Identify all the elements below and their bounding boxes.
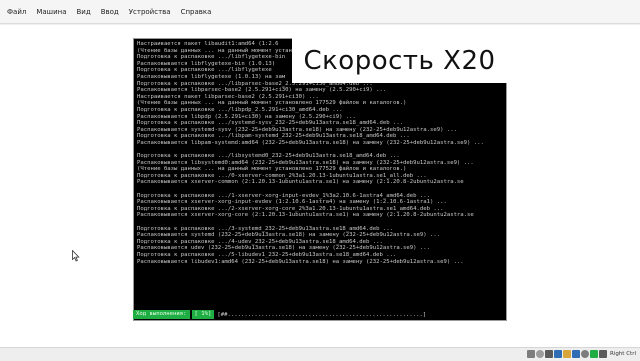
menu-bar: Файл Машина Вид Ввод Устройства Справка [0,0,640,24]
terminal-line: (Чтение базы данных ... на данный момент… [137,166,407,173]
terminal-line: Распаковывается udev (232-25+deb9u13astr… [137,245,430,252]
terminal-line: Распаковывается libparsec-base2 (2.5.291… [137,87,387,94]
terminal-line: Подготовка к распаковке .../1-xserver-xo… [137,192,430,199]
menu-help[interactable]: Справка [176,0,217,24]
terminal-line: Подготовка к распаковке .../3-systemd_23… [137,225,393,232]
menu-file[interactable]: Файл [2,0,31,24]
progress-line: Ход выполнения: [ 1%] [##...............… [133,309,507,320]
terminal-line: Распаковывается libpam-systemd:amd64 (23… [137,139,484,146]
status-tray: Right Ctrl [526,350,636,358]
host-key-label[interactable]: Right Ctrl [610,351,636,357]
network-icon[interactable] [553,350,562,358]
usb-icon[interactable] [544,350,553,358]
terminal-line: Распаковывается systemd-sysv (232-25+deb… [137,126,457,133]
terminal-line: Подготовка к распаковке .../libsystemd0_… [137,153,400,160]
vm-status-bar: Right Ctrl [0,347,640,361]
terminal-line: Подготовка к распаковке .../0-xserver-co… [137,172,427,179]
mouse-pointer-icon [72,247,80,262]
terminal-line: Подготовка к распаковке .../libpdp_2.5.2… [137,106,343,113]
speed-overlay: Скорость Х20 [292,38,507,83]
terminal-line: Распаковывается xserver-xorg-core (2:1.2… [137,212,474,219]
progress-label: Ход выполнения: [133,310,190,319]
terminal-line: Подготовка к распаковке .../2-xserver-xo… [137,205,444,212]
menu-input[interactable]: Ввод [96,0,124,24]
recording-icon[interactable] [580,350,589,358]
terminal-line: Подготовка к распаковке .../systemd-sysv… [137,120,404,127]
progress-bar-text: [##.....................................… [217,311,427,318]
mouse-integration-icon[interactable] [589,350,598,358]
display-icon[interactable] [571,350,580,358]
progress-percent: [ 1%] [191,310,215,319]
terminal-line: Подготовка к распаковке .../5-libudev1_2… [137,252,397,258]
menu-machine[interactable]: Машина [31,0,71,24]
terminal-line: Подготовка к распаковке .../libpam-syste… [137,133,410,140]
menu-view[interactable]: Вид [72,0,96,24]
terminal-line: Распаковывается xserver-xorg-input-evdev… [137,199,447,206]
terminal-line: Распаковывается libudev1:amd64 (232-25+d… [137,258,464,265]
terminal-line: Распаковывается systemd (232-25+deb9u13a… [137,232,441,239]
terminal-line: Распаковывается libpdp (2.5.291+ci30) на… [137,113,356,120]
disk-icon[interactable] [526,350,535,358]
menu-devices[interactable]: Устройства [124,0,176,24]
terminal-line: (Чтение базы данных ... на данный момент… [137,100,407,107]
terminal-line: Распаковывается xserver-common (2:1.20.1… [137,179,464,186]
optical-icon[interactable] [535,350,544,358]
keyboard-icon[interactable] [598,350,607,358]
terminal-line: Подготовка к распаковке .../4-udev_232-2… [137,238,383,245]
shared-folder-icon[interactable] [562,350,571,358]
